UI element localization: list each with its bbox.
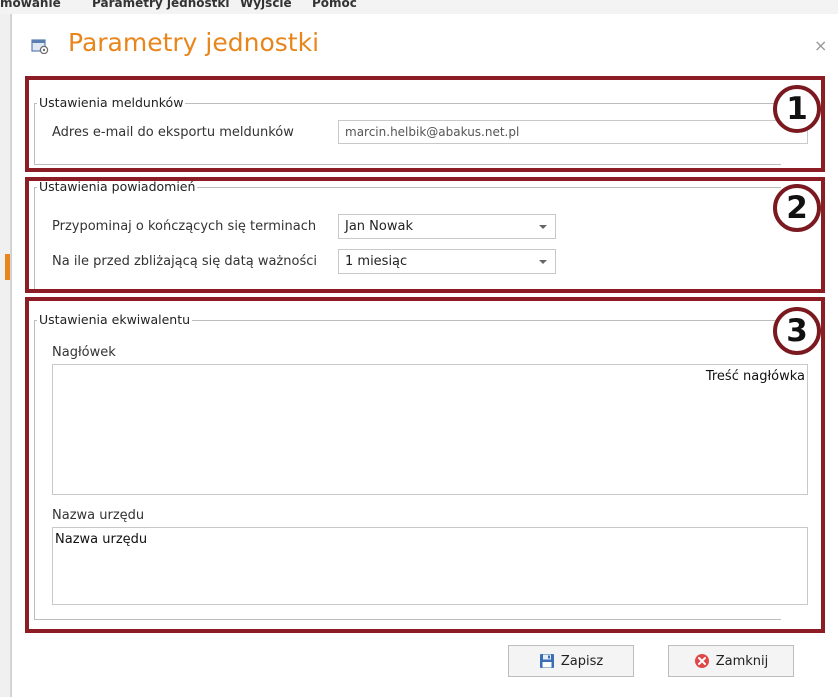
close-button[interactable]: Zamknij [668,645,794,677]
annotation-badge-2: 2 [773,184,821,232]
save-button-label: Zapisz [560,653,604,669]
menu-item-wyjscie[interactable]: Wyjście [240,0,292,10]
annotation-frame-3 [25,297,825,633]
annotation-badge-3: 3 [773,307,821,355]
close-circle-icon [694,654,709,668]
close-button-label: Zamknij [715,653,769,669]
annotation-frame-2 [25,177,825,293]
dialog-title: Parametry jednostki [68,28,320,57]
background-accent-marker [5,254,10,280]
save-floppy-icon [539,654,554,668]
close-icon[interactable]: × [814,36,827,55]
annotation-frame-1 [25,76,825,172]
menu-item-parametry[interactable]: Parametry jednostki [92,0,229,10]
menu-item-pomoc[interactable]: Pomoc [312,0,357,10]
annotation-badge-1: 1 [773,85,821,133]
background-app-strip [0,14,11,697]
dialog-settings-icon [31,39,49,54]
save-button[interactable]: Zapisz [508,645,634,677]
background-menubar: mowanie Parametry jednostki Wyjście Pomo… [0,0,838,14]
menu-item-mowanie[interactable]: mowanie [0,0,61,10]
